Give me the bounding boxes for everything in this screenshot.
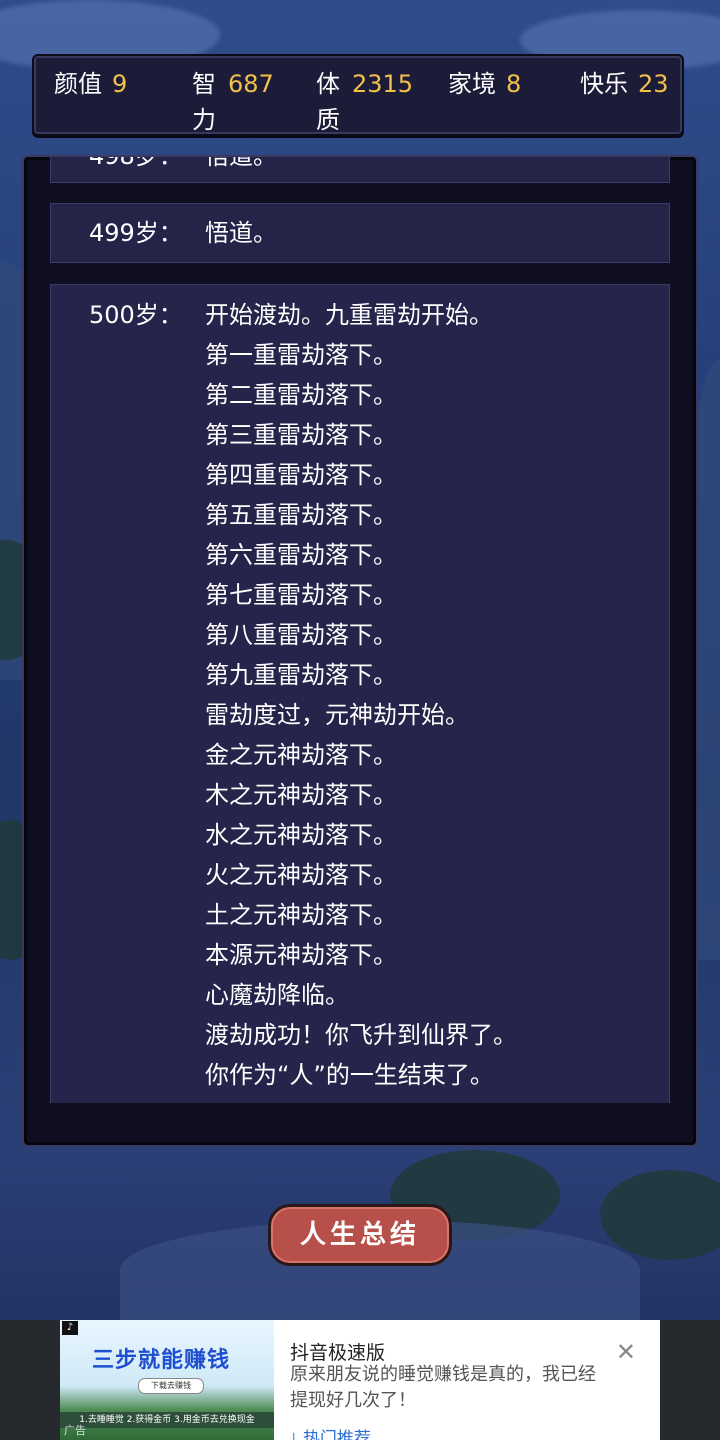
entry-line: 第一重雷劫落下。 [205, 341, 397, 369]
entry-line: 本源元神劫落下。 [205, 941, 397, 969]
stat-happiness: 快乐 23 [580, 66, 669, 102]
entry-line: 火之元神劫落下。 [205, 861, 397, 889]
stat-constitution: 体质 2315 [316, 66, 413, 138]
stat-value: 23 [638, 70, 669, 98]
life-summary-button[interactable]: 人生总结 [268, 1204, 452, 1266]
entry-line: 第七重雷劫落下。 [205, 581, 397, 609]
ad-download-pill[interactable]: 下载去赚钱 [138, 1378, 204, 1394]
stat-value: 2315 [352, 70, 414, 98]
log-entry: 498岁： 悟道。 [50, 157, 670, 183]
entry-age: 498岁： [89, 157, 183, 176]
entry-line: 渡劫成功！你飞升到仙界了。 [205, 1021, 517, 1049]
entry-line: 金之元神劫落下。 [205, 741, 397, 769]
entry-line: 水之元神劫落下。 [205, 821, 397, 849]
ad-headline: 三步就能赚钱 [92, 1348, 231, 1373]
entry-text: 悟道。 [205, 219, 277, 247]
stat-label: 体质 [316, 70, 340, 134]
close-icon[interactable]: ✕ [616, 1340, 636, 1364]
stat-value: 8 [506, 70, 522, 98]
entry-line: 第九重雷劫落下。 [205, 661, 397, 689]
stat-appearance: 颜值 9 [54, 66, 127, 102]
entry-line: 雷劫度过，元神劫开始。 [205, 701, 469, 729]
life-log-scroll[interactable]: 498岁： 悟道。 499岁： 悟道。 500岁： 开始渡劫。九重雷劫开始。第一… [48, 157, 672, 1103]
entry-line: 第四重雷劫落下。 [205, 461, 397, 489]
entry-line: 你作为“人”的一生结束了。 [205, 1061, 494, 1089]
entry-line: 第八重雷劫落下。 [205, 621, 397, 649]
stat-label: 快乐 [580, 70, 628, 98]
entry-line: 开始渡劫。九重雷劫开始。 [205, 301, 493, 329]
ad-link[interactable]: ⤓ 热门推荐 [290, 1424, 371, 1440]
stat-label: 智力 [192, 70, 216, 134]
ad-steps: 1.去睡睡觉 2.获得金币 3.用金币去兑换现金 [60, 1412, 274, 1428]
entry-line: 土之元神劫落下。 [205, 901, 397, 929]
stat-label: 颜值 [54, 70, 102, 98]
entry-line: 第二重雷劫落下。 [205, 381, 397, 409]
entry-age: 499岁： [89, 219, 183, 247]
tiktok-logo-icon: ♪ [62, 1321, 78, 1335]
stat-family: 家境 8 [448, 66, 521, 102]
stat-value: 687 [228, 70, 274, 98]
entry-line: 第五重雷劫落下。 [205, 501, 397, 529]
entry-text: 悟道。 [205, 157, 659, 176]
log-entry: 499岁： 悟道。 [50, 203, 670, 263]
stat-label: 家境 [448, 70, 496, 98]
ad-title: 抖音极速版 [290, 1342, 386, 1364]
entry-line: 第三重雷劫落下。 [205, 421, 397, 449]
ad-description: 原来朋友说的睡觉赚钱是真的，我已经提现好几次了！ [290, 1364, 596, 1411]
ad-tag: 广告 [64, 1424, 86, 1437]
log-entry: 500岁： 开始渡劫。九重雷劫开始。 第一重雷劫落下。 第二重雷劫落下。 第三重雷劫落… [50, 284, 670, 1103]
stat-intelligence: 智力 687 [192, 66, 274, 138]
attribute-bar: 颜值 9 智力 687 体质 2315 家境 8 快乐 23 [32, 54, 684, 136]
ad-image[interactable]: ♪ 三步就能赚钱 下载去赚钱 1.去睡睡觉 2.获得金币 3.用金币去兑换现金 … [60, 1320, 274, 1440]
entry-line: 心魔劫降临。 [205, 981, 349, 1009]
entry-age: 500岁： [89, 301, 183, 329]
life-log-panel[interactable]: 498岁： 悟道。 499岁： 悟道。 500岁： 开始渡劫。九重雷劫开始。第一… [22, 155, 698, 1147]
entry-line: 第六重雷劫落下。 [205, 541, 397, 569]
stat-value: 9 [112, 70, 128, 98]
entry-line: 木之元神劫落下。 [205, 781, 397, 809]
ad-link-label[interactable]: 热门推荐 [303, 1429, 371, 1440]
ad-banner[interactable]: ♪ 三步就能赚钱 下载去赚钱 1.去睡睡觉 2.获得金币 3.用金币去兑换现金 … [60, 1320, 660, 1440]
